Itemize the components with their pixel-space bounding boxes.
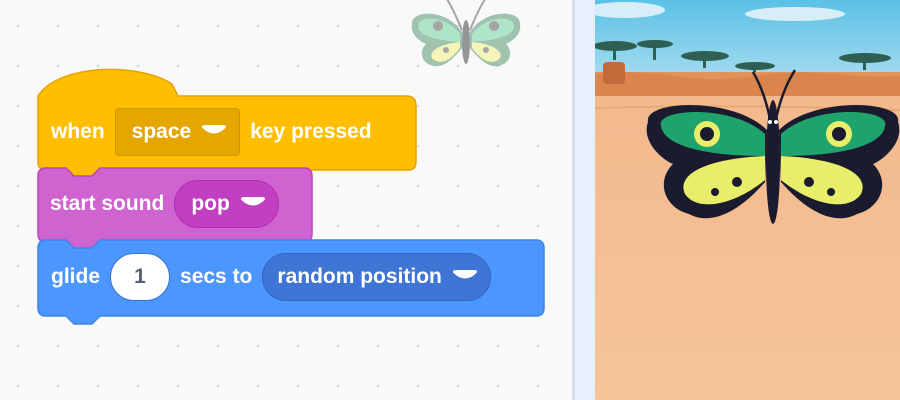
savanna-backdrop: [595, 0, 900, 400]
key-value: space: [131, 120, 192, 143]
key-dropdown[interactable]: space: [114, 108, 241, 156]
key-pressed-label: key pressed: [250, 120, 372, 143]
chevron-down-icon: [240, 197, 265, 206]
when-key-pressed-block[interactable]: when space key pressed: [37, 68, 418, 179]
glide-label: glide: [51, 265, 101, 288]
chevron-down-icon: [202, 125, 227, 134]
sound-value: pop: [191, 192, 230, 215]
secs-input[interactable]: 1: [110, 253, 171, 301]
sound-dropdown[interactable]: pop: [174, 180, 279, 228]
sprite-thumbnail-butterfly-icon: [411, 0, 521, 67]
stage[interactable]: [595, 0, 900, 400]
secs-to-label: secs to: [180, 265, 253, 288]
start-sound-label: start sound: [50, 192, 165, 215]
start-sound-block[interactable]: start sound pop: [37, 167, 314, 251]
target-value: random position: [277, 265, 442, 288]
when-label: when: [51, 120, 105, 143]
script-area[interactable]: when space key pressed start sound pop g…: [0, 0, 572, 400]
glide-to-block[interactable]: glide 1 secs to random position: [37, 239, 546, 328]
stage-gutter: [575, 0, 595, 400]
target-dropdown[interactable]: random position: [262, 253, 491, 301]
chevron-down-icon: [452, 270, 477, 279]
